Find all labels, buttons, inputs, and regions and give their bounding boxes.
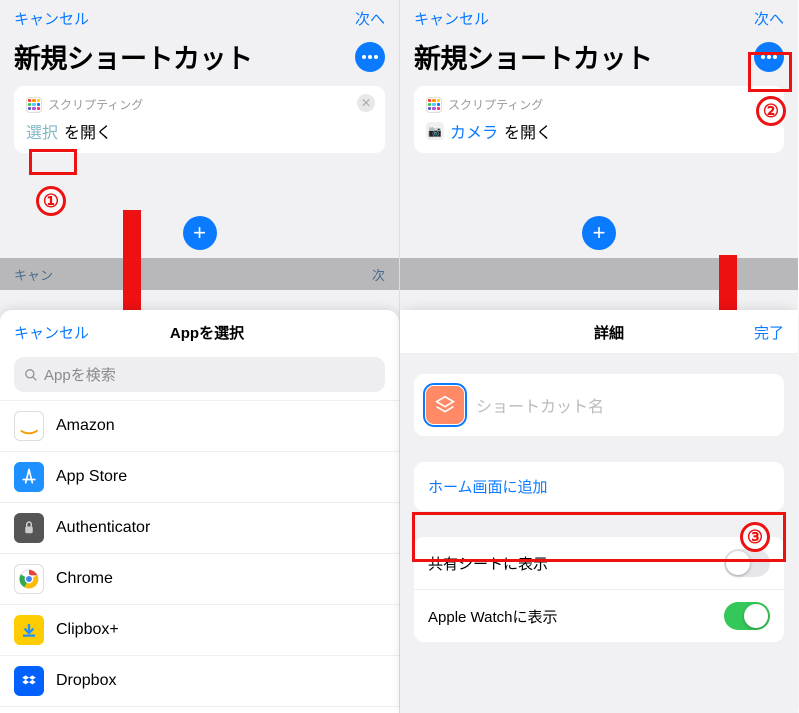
ellipsis-icon	[761, 55, 765, 59]
cancel-link[interactable]: キャンセル	[414, 8, 489, 29]
cancel-link[interactable]: キャンセル	[14, 322, 89, 343]
shortcut-icon[interactable]	[426, 386, 464, 424]
scripting-label: スクリプティング	[48, 96, 143, 113]
add-action-button[interactable]: +	[183, 216, 217, 250]
authenticator-icon	[14, 513, 44, 543]
shortcut-name-row[interactable]: ショートカット名	[414, 374, 784, 436]
app-row[interactable]: Authenticator	[0, 503, 399, 554]
search-placeholder: Appを検索	[44, 364, 116, 385]
cancel-link[interactable]: キャンセル	[14, 8, 89, 29]
scripting-label: スクリプティング	[448, 96, 543, 113]
hidden-sheet-nav	[400, 258, 798, 290]
share-sheet-label: 共有シートに表示	[428, 553, 548, 574]
chrome-icon	[14, 564, 44, 594]
open-suffix: を開く	[64, 119, 112, 143]
select-token[interactable]: 選択	[26, 119, 58, 143]
dropbox-icon	[14, 666, 44, 696]
shortcut-name-placeholder: ショートカット名	[476, 393, 604, 417]
app-label: Clipbox+	[56, 621, 119, 639]
appstore-icon	[14, 462, 44, 492]
action-card: スクリプティング ✕ 選択 を開く	[14, 86, 385, 153]
scripting-icon	[426, 97, 442, 113]
app-row[interactable]: Chrome	[0, 554, 399, 605]
app-label: Authenticator	[56, 519, 150, 537]
app-label: App Store	[56, 468, 127, 486]
next-link[interactable]: 次へ	[754, 8, 784, 29]
more-button[interactable]	[754, 42, 784, 72]
app-token[interactable]: カメラ	[450, 119, 498, 143]
search-input[interactable]: Appを検索	[14, 357, 385, 392]
next-link[interactable]: 次へ	[355, 8, 385, 29]
open-suffix: を開く	[504, 119, 552, 143]
scripting-icon	[26, 97, 42, 113]
done-link[interactable]: 完了	[754, 322, 784, 343]
apple-watch-label: Apple Watchに表示	[428, 606, 558, 627]
app-row[interactable]: Dropbox	[0, 656, 399, 707]
camera-icon: 📷	[426, 122, 444, 140]
add-to-home-button[interactable]: ホーム画面に追加	[414, 462, 784, 511]
app-row[interactable]: Amazon	[0, 400, 399, 452]
apple-watch-toggle[interactable]	[724, 602, 770, 630]
share-sheet-toggle[interactable]	[724, 549, 770, 577]
add-action-button[interactable]: +	[582, 216, 616, 250]
remove-action-button[interactable]: ✕	[357, 94, 375, 112]
action-card: スクリプティング 📷 カメラ を開く	[414, 86, 784, 153]
details-title: 詳細	[594, 322, 624, 343]
page-title: 新規ショートカット	[414, 37, 653, 76]
amazon-icon	[14, 411, 44, 441]
sheet-title: Appを選択	[170, 322, 244, 343]
search-icon	[24, 368, 38, 382]
app-label: Amazon	[56, 417, 115, 435]
page-title: 新規ショートカット	[14, 37, 253, 76]
hidden-sheet-nav: キャン 次	[0, 258, 399, 290]
app-picker-sheet: キャンセル Appを選択 Appを検索 Amazon App Store Authe…	[0, 310, 399, 713]
ellipsis-icon	[362, 55, 366, 59]
clipbox-icon	[14, 615, 44, 645]
more-button[interactable]	[355, 42, 385, 72]
app-row[interactable]: Clipbox+	[0, 605, 399, 656]
app-label: Dropbox	[56, 672, 116, 690]
app-label: Chrome	[56, 570, 113, 588]
app-row[interactable]: App Store	[0, 452, 399, 503]
details-sheet: 詳細 完了 ショートカット名 ホーム画面に追加 共有シートに表示	[400, 310, 798, 713]
